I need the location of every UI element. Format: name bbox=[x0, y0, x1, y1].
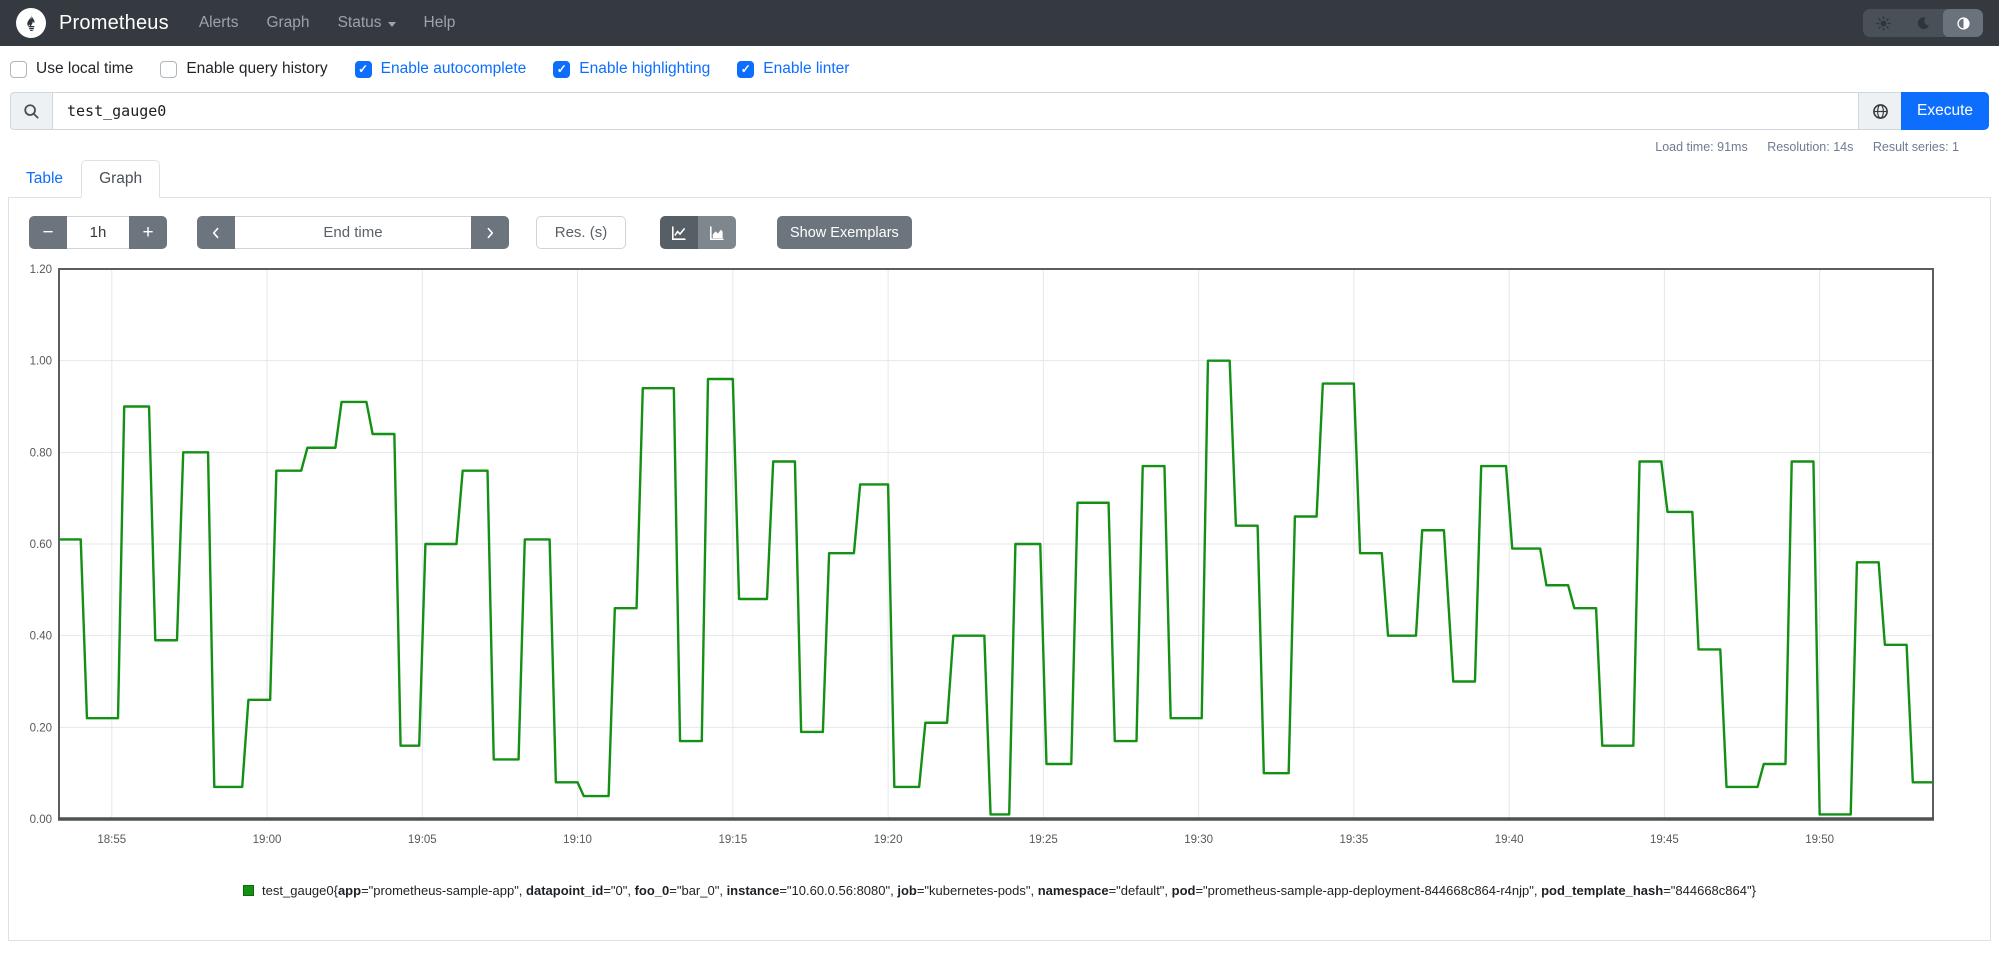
execute-button[interactable]: Execute bbox=[1901, 92, 1989, 130]
svg-text:19:30: 19:30 bbox=[1184, 834, 1213, 846]
end-time-input[interactable] bbox=[235, 216, 471, 249]
nav-links: Alerts Graph Status Help bbox=[199, 14, 456, 32]
svg-text:19:25: 19:25 bbox=[1029, 834, 1058, 846]
moon-icon bbox=[1917, 17, 1930, 29]
end-time-group bbox=[197, 216, 509, 249]
checkbox-label: Enable linter bbox=[763, 60, 850, 77]
svg-text:0.80: 0.80 bbox=[30, 447, 52, 459]
nav-link-graph[interactable]: Graph bbox=[266, 14, 309, 32]
line-chart-toggle-button[interactable] bbox=[660, 216, 698, 249]
checkbox-enable-autocomplete[interactable]: Enable autocomplete bbox=[354, 60, 527, 78]
line-chart-icon bbox=[672, 226, 686, 240]
checkbox-box bbox=[10, 60, 27, 78]
series-label-text: test_gauge0{app="prometheus-sample-app",… bbox=[262, 883, 1756, 898]
range-stepper: − + bbox=[29, 216, 167, 249]
caret-down-icon bbox=[387, 21, 396, 27]
chart-type-toggle bbox=[660, 216, 736, 249]
prometheus-logo bbox=[16, 8, 46, 38]
svg-text:0.40: 0.40 bbox=[30, 631, 52, 643]
options-row: Use local time Enable query history Enab… bbox=[0, 46, 1999, 90]
tab-table[interactable]: Table bbox=[8, 160, 81, 198]
graph-panel: − + bbox=[8, 197, 1991, 941]
svg-text:0.00: 0.00 bbox=[30, 814, 52, 826]
svg-text:19:40: 19:40 bbox=[1495, 834, 1524, 846]
svg-text:19:50: 19:50 bbox=[1805, 834, 1834, 846]
stat-result-series: Result series: 1 bbox=[1872, 140, 1959, 154]
checkbox-label: Enable autocomplete bbox=[380, 60, 527, 77]
prometheus-flame-icon bbox=[26, 14, 34, 31]
checkbox-label: Enable query history bbox=[186, 60, 328, 77]
nav-link-status-label: Status bbox=[337, 14, 382, 31]
theme-auto-button[interactable] bbox=[1943, 9, 1983, 37]
navbar: Prometheus Alerts Graph Status Help bbox=[0, 0, 1999, 46]
theme-toggle-group bbox=[1863, 9, 1983, 37]
chevron-right-icon bbox=[487, 227, 494, 238]
circle-half-icon bbox=[1956, 16, 1970, 30]
chart-area: 0.00 0.20 0.40 0.60 0.80 1.00 1.20 18:55 19:00 19… bbox=[25, 263, 1974, 898]
stacked-area-icon bbox=[710, 226, 724, 240]
search-icon bbox=[24, 103, 39, 119]
series-swatch bbox=[243, 885, 255, 896]
svg-text:0.20: 0.20 bbox=[30, 722, 52, 734]
svg-text:0.60: 0.60 bbox=[30, 539, 52, 551]
stacked-chart-toggle-button[interactable] bbox=[698, 216, 736, 249]
brand-title[interactable]: Prometheus bbox=[59, 12, 169, 35]
series-legend[interactable]: test_gauge0{app="prometheus-sample-app",… bbox=[25, 883, 1974, 898]
time-back-button[interactable] bbox=[197, 216, 235, 249]
query-bar: Execute bbox=[10, 92, 1989, 130]
chevron-left-icon bbox=[212, 227, 219, 238]
resolution-input[interactable] bbox=[536, 216, 626, 249]
svg-text:19:20: 19:20 bbox=[874, 834, 903, 846]
sun-icon bbox=[1875, 15, 1891, 31]
svg-text:18:55: 18:55 bbox=[97, 834, 126, 846]
globe-icon bbox=[1872, 103, 1888, 119]
range-input[interactable] bbox=[67, 216, 129, 249]
svg-text:19:10: 19:10 bbox=[563, 834, 592, 846]
svg-text:1.00: 1.00 bbox=[30, 356, 52, 368]
checkbox-box bbox=[737, 60, 755, 78]
range-increase-button[interactable]: + bbox=[129, 216, 167, 249]
checkbox-label: Use local time bbox=[36, 60, 134, 77]
stat-resolution: Resolution: 14s bbox=[1767, 140, 1854, 154]
svg-text:1.20: 1.20 bbox=[30, 264, 52, 276]
checkbox-enable-highlighting[interactable]: Enable highlighting bbox=[553, 60, 710, 78]
nav-link-alerts[interactable]: Alerts bbox=[199, 14, 239, 32]
theme-dark-button[interactable] bbox=[1903, 9, 1943, 37]
svg-text:19:05: 19:05 bbox=[408, 834, 437, 846]
svg-text:19:15: 19:15 bbox=[718, 834, 747, 846]
tab-graph[interactable]: Graph bbox=[81, 160, 161, 198]
show-exemplars-button[interactable]: Show Exemplars bbox=[777, 216, 912, 249]
svg-text:19:00: 19:00 bbox=[253, 834, 282, 846]
checkbox-box bbox=[160, 60, 178, 78]
checkbox-box bbox=[354, 60, 372, 78]
graph-controls: − + bbox=[29, 216, 1974, 249]
metrics-explorer-button[interactable] bbox=[1859, 92, 1901, 130]
time-series-chart[interactable]: 0.00 0.20 0.40 0.60 0.80 1.00 1.20 18:55 19:00 19… bbox=[25, 263, 1937, 863]
result-tabs: Table Graph − + bbox=[8, 160, 1991, 941]
query-expression-input[interactable] bbox=[52, 92, 1859, 130]
svg-text:19:35: 19:35 bbox=[1339, 834, 1368, 846]
range-decrease-button[interactable]: − bbox=[29, 216, 67, 249]
stat-load-time: Load time: 91ms bbox=[1655, 140, 1748, 154]
checkbox-enable-query-history[interactable]: Enable query history bbox=[160, 60, 328, 78]
checkbox-use-local-time[interactable]: Use local time bbox=[10, 60, 133, 78]
nav-link-help[interactable]: Help bbox=[424, 14, 456, 32]
search-addon bbox=[10, 92, 52, 130]
checkbox-box bbox=[553, 60, 571, 78]
checkbox-enable-linter[interactable]: Enable linter bbox=[737, 60, 849, 78]
nav-link-status[interactable]: Status bbox=[338, 14, 396, 32]
query-stats: Load time: 91ms Resolution: 14s Result s… bbox=[0, 140, 1959, 154]
tab-list: Table Graph bbox=[8, 160, 1991, 198]
checkbox-label: Enable highlighting bbox=[579, 60, 711, 77]
time-forward-button[interactable] bbox=[471, 216, 509, 249]
svg-text:19:45: 19:45 bbox=[1650, 834, 1679, 846]
theme-light-button[interactable] bbox=[1863, 9, 1903, 37]
